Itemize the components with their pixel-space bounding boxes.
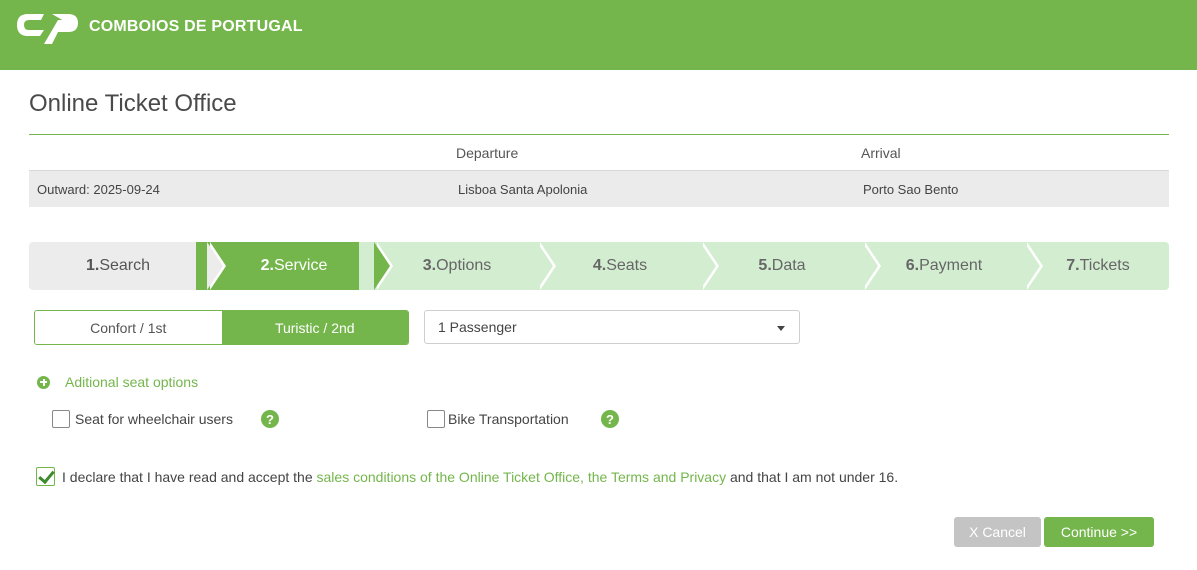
bike-checkbox[interactable] [427,410,445,428]
progress-steps: 1. Search 2. Service 3. Options 4. Seats 5. D… [29,242,1169,290]
arrival-station: Porto Sao Bento [863,182,959,197]
top-header-bar: COMBOIOS DE PORTUGAL [0,0,1197,70]
step-label: Seats [606,257,648,274]
wheelchair-checkbox[interactable] [52,410,70,428]
wheelchair-option: Seat for wheelchair users [52,410,233,428]
class-option-first[interactable]: Confort / 1st [35,311,222,344]
continue-button[interactable]: Continue >> [1044,517,1154,547]
chevron-down-icon [777,326,785,331]
step-number: 1. [85,257,100,274]
cp-logo-icon[interactable] [14,10,82,46]
additional-seat-options-label: Aditional seat options [65,374,199,390]
departure-station: Lisboa Santa Apolonia [458,182,588,197]
passenger-select[interactable]: 1 Passenger [424,310,800,344]
class-toggle: Confort / 1st Turistic / 2nd [34,310,409,345]
step-label: Payment [919,257,983,274]
step-label: Service [273,257,328,274]
cancel-button[interactable]: X Cancel [954,517,1041,547]
trip-summary-header: Departure Arrival [29,135,1169,170]
step-number: 2. [260,257,274,274]
bike-option: Bike Transportation [427,410,569,428]
class-option-second[interactable]: Turistic / 2nd [221,311,408,344]
arrival-header: Arrival [861,145,901,161]
step-number: 6. [905,257,920,274]
wheelchair-help-icon[interactable]: ? [261,410,279,428]
step-number: 7. [1066,257,1080,274]
terms-declaration: I declare that I have read and accept th… [36,467,898,486]
brand-name: COMBOIOS DE PORTUGAL [89,18,303,35]
additional-seat-options-toggle[interactable]: Aditional seat options [37,374,198,390]
bike-help-icon[interactable]: ? [601,410,619,428]
step-number: 5. [758,257,772,274]
step-label: Tickets [1079,257,1130,274]
terms-checkbox[interactable] [36,467,55,486]
terms-text-suffix: and that I am not under 16. [726,468,899,485]
step-label: Data [771,257,806,274]
terms-link[interactable]: sales conditions of the Online Ticket Of… [317,469,727,485]
step-search[interactable]: 1. Search [29,242,226,290]
passenger-select-value: 1 Passenger [438,319,517,335]
terms-text-prefix: I declare that I have read and accept th… [62,468,317,485]
step-number: 4. [592,257,607,274]
plus-circle-icon [37,375,50,389]
bike-label: Bike Transportation [448,411,569,427]
trip-summary-row: Outward: 2025-09-24 Lisboa Santa Apoloni… [29,170,1169,207]
wheelchair-label: Seat for wheelchair users [75,411,233,427]
departure-header: Departure [456,145,519,161]
step-label: Search [99,257,151,274]
step-number: 3. [422,257,437,274]
page-title: Online Ticket Office [29,90,237,117]
step-label: Options [436,257,492,274]
outward-date: Outward: 2025-09-24 [37,182,160,197]
